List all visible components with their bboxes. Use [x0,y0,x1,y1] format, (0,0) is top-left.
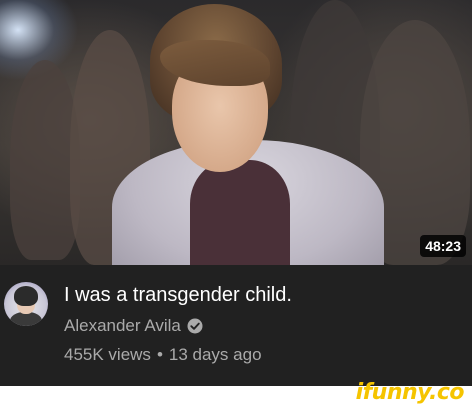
ifunny-watermark: ifunny.co [355,380,465,405]
video-thumbnail[interactable]: 48:23 [0,0,472,265]
meta-separator: • [156,345,163,364]
duration-badge: 48:23 [420,235,466,257]
thumbnail-subject-shirt [190,160,290,265]
video-meta: 455K views • 13 days ago [64,345,262,365]
view-count: 455K views [64,345,151,364]
channel-row: Alexander Avila [64,316,203,336]
channel-avatar[interactable] [4,282,48,326]
video-title[interactable]: I was a transgender child. [64,284,292,307]
channel-name[interactable]: Alexander Avila [64,316,181,336]
upload-age: 13 days ago [168,345,262,364]
verified-check-icon [187,318,203,334]
